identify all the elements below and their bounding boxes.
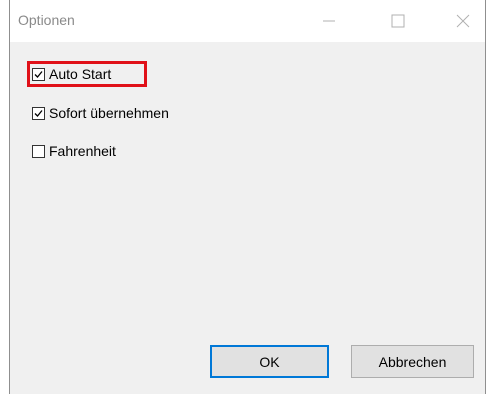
dialog-content: Auto Start Sofort übernehmen Fahrenheit …	[10, 42, 485, 394]
window-title: Optionen	[18, 12, 75, 28]
minimize-icon	[323, 20, 335, 22]
minimize-button[interactable]	[306, 0, 352, 42]
option-label: Sofort übernehmen	[49, 105, 169, 121]
close-button[interactable]	[440, 0, 486, 42]
option-auto-start[interactable]: Auto Start	[32, 65, 111, 83]
options-dialog: Optionen Auto Start Sofort übernehmen Fa…	[9, 0, 486, 394]
title-bar: Optionen	[10, 0, 485, 42]
close-icon	[456, 14, 470, 28]
checkmark-icon	[34, 109, 43, 117]
option-label: Auto Start	[49, 66, 112, 82]
maximize-button[interactable]	[375, 0, 421, 42]
maximize-icon	[391, 14, 405, 28]
checkmark-icon	[34, 70, 43, 78]
ok-button[interactable]: OK	[210, 345, 329, 378]
checkbox-auto-start[interactable]	[32, 67, 45, 81]
option-sofort-uebernehmen[interactable]: Sofort übernehmen	[32, 104, 169, 122]
option-fahrenheit[interactable]: Fahrenheit	[32, 142, 116, 160]
checkbox-sofort-uebernehmen[interactable]	[32, 106, 45, 120]
option-label: Fahrenheit	[49, 143, 116, 159]
checkbox-fahrenheit[interactable]	[32, 144, 45, 158]
cancel-button[interactable]: Abbrechen	[351, 345, 474, 378]
